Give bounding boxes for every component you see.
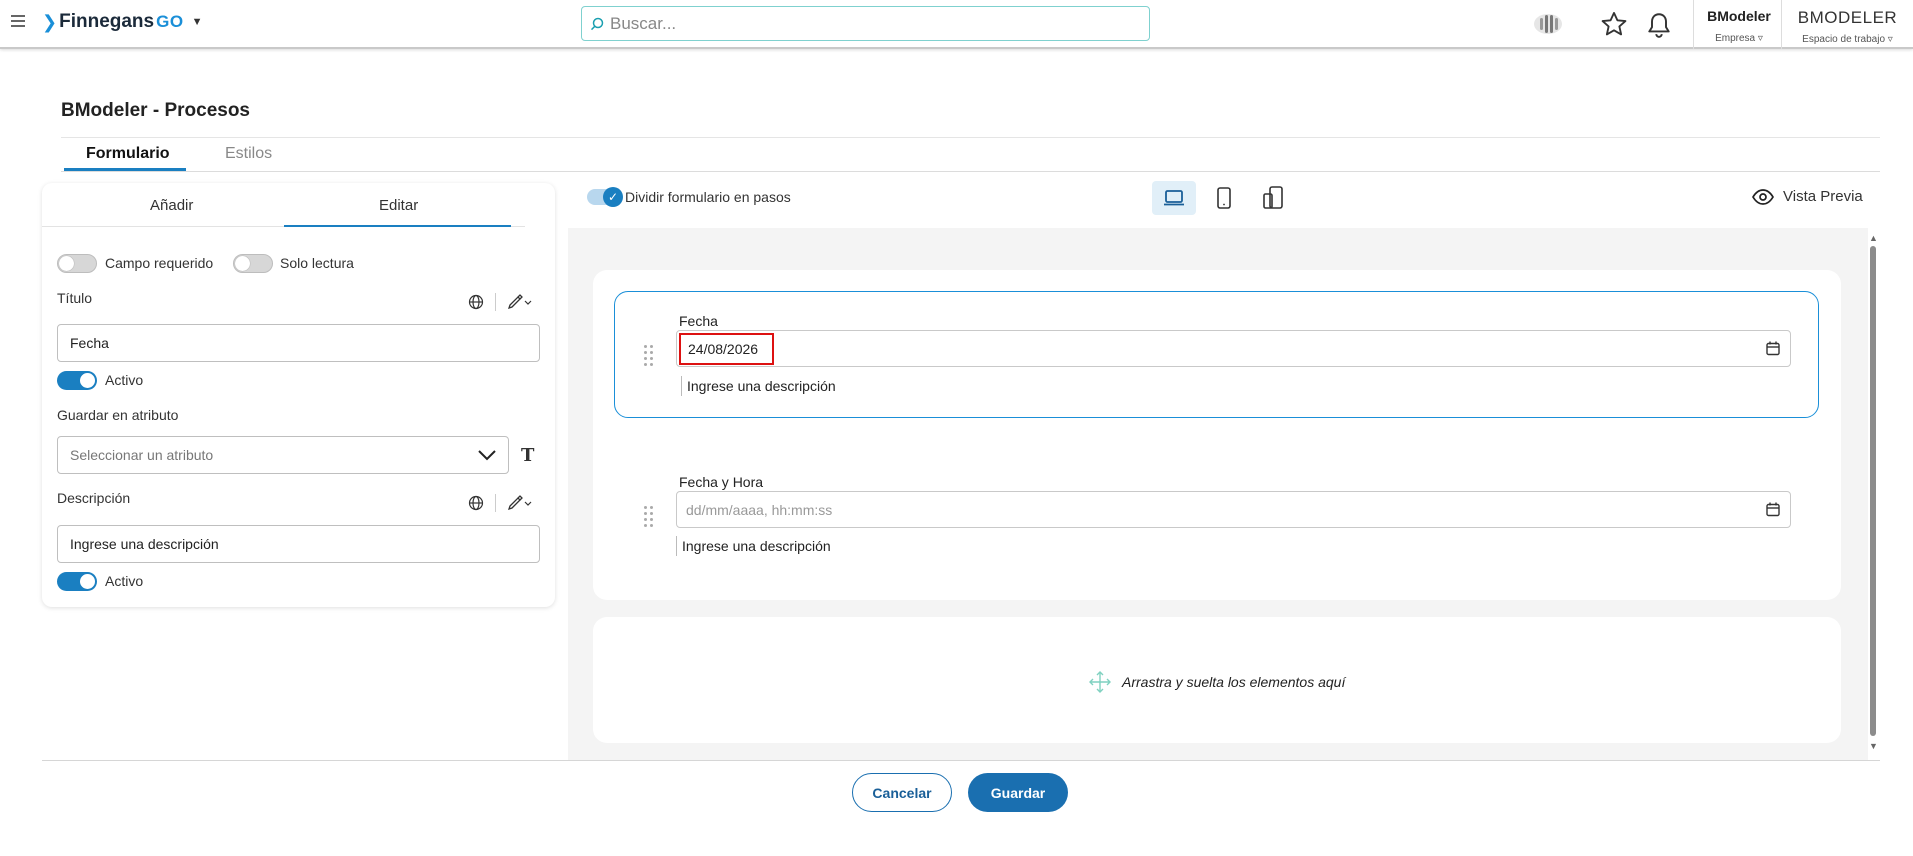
brand-dropdown-icon[interactable]: ▼ [192,16,203,28]
divider [42,760,1880,761]
workspace-label: Espacio de trabajo [1802,34,1886,45]
company-label: Empresa [1715,33,1756,44]
required-toggle[interactable] [57,254,97,273]
paint-brush-icon[interactable] [507,294,533,315]
title-active-label: Activo [105,372,144,388]
description-active-label: Activo [105,573,144,589]
company-selector[interactable]: BModeler Empresa ▿ [1700,8,1778,44]
date-field-description: Ingrese una descripción [681,376,836,396]
move-icon [1089,671,1111,693]
split-steps-label: Dividir formulario en pasos [625,189,791,205]
scroll-down-icon[interactable]: ▼ [1869,741,1878,751]
title-field-label: Título [57,290,93,306]
attribute-select[interactable]: Seleccionar un atributo [57,436,509,474]
search-input[interactable]: Buscar... [610,14,676,34]
company-name: BModeler [1707,8,1771,24]
divider [61,171,1880,172]
title-active-toggle[interactable] [57,371,97,390]
logo-chevron-icon: ❯ [42,11,58,32]
calendar-icon[interactable] [1766,502,1780,517]
search-icon [590,17,604,30]
datetime-input[interactable]: dd/mm/aaaa, hh:mm:ss [676,491,1791,528]
scroll-up-icon[interactable]: ▲ [1869,233,1878,243]
company-dropdown-icon: ▿ [1757,33,1763,44]
description-input[interactable]: Ingrese una descripción [57,525,540,563]
description-field-label: Descripción [57,490,131,506]
chevron-down-icon [478,450,496,461]
tab-anadir[interactable]: Añadir [150,197,193,214]
eye-icon [1752,188,1774,205]
readonly-toggle[interactable] [233,254,273,273]
drop-zone-hint: Arrastra y suelta los elementos aquí [1088,670,1345,694]
datetime-description-text: Ingrese una descripción [682,538,831,554]
properties-panel: Añadir Editar Campo requerido Solo lectu… [42,183,555,607]
tablet-view-button[interactable] [1202,181,1246,215]
tab-formulario[interactable]: Formulario [86,145,170,163]
datetime-field-label: Fecha y Hora [679,474,764,490]
drag-handle-icon[interactable] [644,345,654,366]
save-button[interactable]: Guardar [968,773,1068,812]
drop-zone-text: Arrastra y suelta los elementos aquí [1122,674,1346,690]
drag-handle-icon[interactable] [644,506,654,527]
attribute-field-label: Guardar en atributo [57,407,179,423]
laptop-icon [1164,190,1184,206]
paint-brush-icon[interactable] [507,495,533,516]
desktop-view-button[interactable] [1152,181,1196,215]
page-title: BModeler - Procesos [61,100,250,121]
brand-name: Finnegans [59,11,155,32]
star-icon[interactable] [1600,10,1628,43]
calendar-icon[interactable] [1766,341,1780,356]
datetime-placeholder: dd/mm/aaaa, hh:mm:ss [686,501,833,518]
active-subtab-indicator [284,225,511,227]
readonly-toggle-label: Solo lectura [280,255,354,271]
description-active-toggle[interactable] [57,572,97,591]
top-bar: ❯ Finnegans GO ▼ Buscar... BModeler Empr… [0,0,1913,49]
apps-icon[interactable] [1532,12,1564,41]
preview-label: Vista Previa [1783,188,1863,205]
divider [61,137,1880,138]
divider [495,293,496,311]
mobile-view-button[interactable] [1251,181,1295,215]
brand-logo[interactable]: ❯ Finnegans GO ▼ [42,11,202,33]
tab-editar[interactable]: Editar [379,197,418,214]
preview-button[interactable]: Vista Previa [1752,188,1863,205]
datetime-field-description: Ingrese una descripción [676,536,831,556]
canvas-scrollbar[interactable]: ▲ ▼ [1869,233,1878,754]
date-description-text: Ingrese una descripción [687,378,836,394]
globe-icon[interactable] [468,495,484,516]
bell-icon[interactable] [1646,11,1672,44]
date-value[interactable]: 24/08/2026 [679,332,775,365]
cancel-button[interactable]: Cancelar [852,773,952,812]
required-toggle-label: Campo requerido [105,255,214,271]
scrollbar-thumb[interactable] [1870,246,1876,736]
split-steps-toggle[interactable]: ✓ [587,187,623,207]
globe-icon[interactable] [468,294,484,315]
tablet-icon [1217,187,1231,209]
brand-suffix: GO [156,12,184,31]
title-input[interactable]: Fecha [57,324,540,362]
text-type-icon[interactable]: T [521,445,534,466]
search-bar[interactable]: Buscar... [581,6,1150,41]
mobile-icon [1263,186,1283,209]
workspace-selector[interactable]: BMODELER Espacio de trabajo ▿ [1781,0,1913,49]
divider [495,494,496,512]
workspace-name: BMODELER [1797,8,1898,27]
date-input[interactable]: 24/08/2026 [676,330,1791,367]
date-field-label: Fecha [679,313,718,329]
workspace-dropdown-icon: ▿ [1887,34,1893,45]
tab-estilos[interactable]: Estilos [225,145,272,163]
divider [1693,0,1694,49]
menu-icon[interactable] [11,15,25,27]
attribute-select-placeholder: Seleccionar un atributo [70,447,214,463]
